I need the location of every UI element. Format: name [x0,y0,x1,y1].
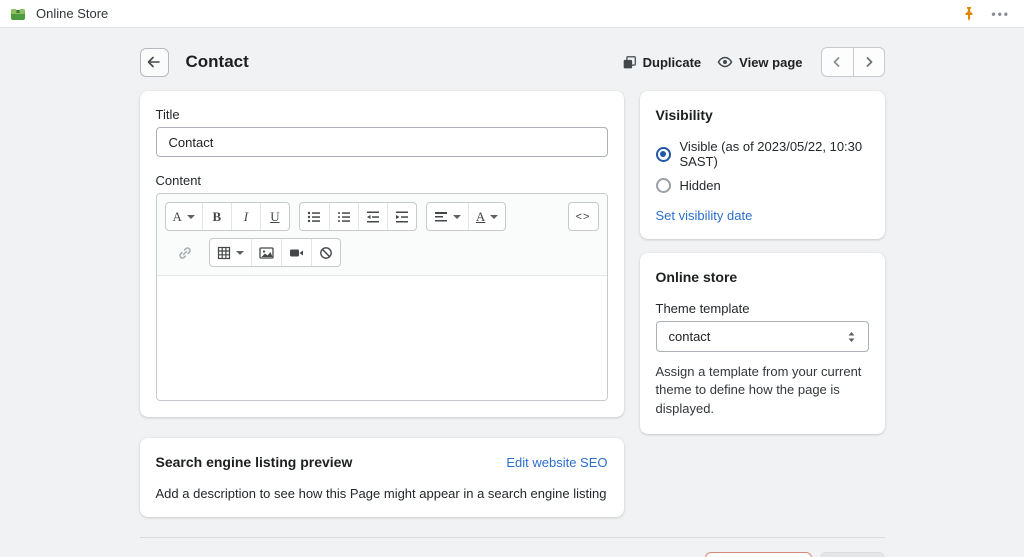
numbered-list-icon [337,210,351,224]
topbar: Online Store ••• [0,0,1024,28]
page-container: Contact Duplicate View pa [140,45,885,557]
title-input[interactable] [156,127,608,157]
side-column: Visibility Visible (as of 2023/05/22, 10… [640,91,885,434]
text-style-group: A B I U [165,202,290,231]
italic-button[interactable]: I [231,203,260,230]
insert-table-dropdown[interactable] [210,239,251,266]
delete-page-button[interactable]: Delete page [705,552,812,557]
text-color-dropdown[interactable]: A [468,203,505,230]
theme-template-select[interactable]: contact [656,321,869,352]
online-store-heading: Online store [656,269,869,285]
seo-heading: Search engine listing preview [156,454,353,470]
insert-video-button[interactable] [281,239,311,266]
chevron-down-icon [236,251,244,255]
visible-option-label: Visible (as of 2023/05/22, 10:30 SAST) [680,139,869,169]
view-page-label: View page [739,55,802,70]
indent-icon [395,210,409,224]
store-logo-icon [10,6,26,22]
chevron-down-icon [490,215,498,219]
visibility-heading: Visibility [656,107,869,123]
page-title: Contact [186,52,249,72]
insert-image-button[interactable] [251,239,281,266]
link-icon [177,245,193,261]
duplicate-label: Duplicate [643,55,702,70]
header-actions: Duplicate View page [614,47,885,77]
theme-template-label: Theme template [656,301,869,316]
clear-formatting-button[interactable] [311,239,340,266]
theme-template-help: Assign a template from your current them… [656,363,869,418]
indent-button[interactable] [387,203,416,230]
align-left-icon [434,210,448,224]
pin-icon[interactable] [961,6,977,22]
list-indent-group [299,202,417,231]
ban-icon [319,246,333,260]
select-arrows-icon [847,331,856,343]
radio-selected-icon [656,147,671,162]
format-style-letter: A [173,209,182,225]
rich-text-editor: A B I U [156,193,608,401]
page-details-card: Title Content A B I [140,91,624,417]
duplicate-icon [622,55,637,70]
edit-website-seo-link[interactable]: Edit website SEO [506,455,607,470]
bullet-list-button[interactable] [300,203,329,230]
visibility-option-visible[interactable]: Visible (as of 2023/05/22, 10:30 SAST) [656,139,869,169]
back-arrow-icon [146,54,162,70]
visibility-card: Visibility Visible (as of 2023/05/22, 10… [640,91,885,239]
video-icon [289,246,304,260]
next-page-button[interactable] [853,48,884,76]
seo-card: Search engine listing preview Edit websi… [140,438,624,517]
hidden-option-label: Hidden [680,178,721,193]
set-visibility-date-link[interactable]: Set visibility date [656,208,753,223]
outdent-button[interactable] [358,203,387,230]
bold-button[interactable]: B [202,203,231,230]
table-icon [217,246,231,260]
underline-button[interactable]: U [260,203,289,230]
more-menu-icon[interactable]: ••• [991,7,1010,21]
editor-toolbar: A B I U [157,194,607,276]
chevron-down-icon [453,215,461,219]
prev-page-button[interactable] [822,48,853,76]
save-button[interactable]: Save [820,552,884,557]
title-label: Title [156,107,608,122]
insert-media-group [209,238,341,267]
eye-icon [717,54,733,70]
pagination-group [821,47,885,77]
online-store-card: Online store Theme template contact Assi… [640,253,885,434]
alignment-dropdown[interactable] [427,203,468,230]
format-style-dropdown[interactable]: A [166,203,202,230]
radio-unselected-icon [656,178,671,193]
content-label: Content [156,173,608,188]
view-page-button[interactable]: View page [709,50,810,74]
code-view-group: <> [568,202,599,231]
main-column: Title Content A B I [140,91,624,517]
insert-link-button[interactable] [165,239,205,266]
theme-template-value: contact [669,329,711,344]
footer-action-bar: Delete page Save [140,537,885,557]
image-icon [259,246,274,260]
align-color-group: A [426,202,506,231]
back-button[interactable] [140,48,169,77]
italic-glyph: I [244,209,248,225]
bullet-list-icon [307,210,321,224]
chevron-down-icon [187,215,195,219]
content-editor-area[interactable] [157,276,607,400]
bold-glyph: B [213,209,222,225]
text-color-icon: A [476,209,485,225]
code-view-button[interactable]: <> [569,203,598,230]
seo-description: Add a description to see how this Page m… [156,486,608,501]
page-header: Contact Duplicate View pa [140,45,885,79]
visibility-option-hidden[interactable]: Hidden [656,178,869,193]
outdent-icon [366,210,380,224]
app-title: Online Store [36,6,108,21]
duplicate-button[interactable]: Duplicate [614,51,710,74]
underline-glyph: U [270,209,279,225]
numbered-list-button[interactable] [329,203,358,230]
